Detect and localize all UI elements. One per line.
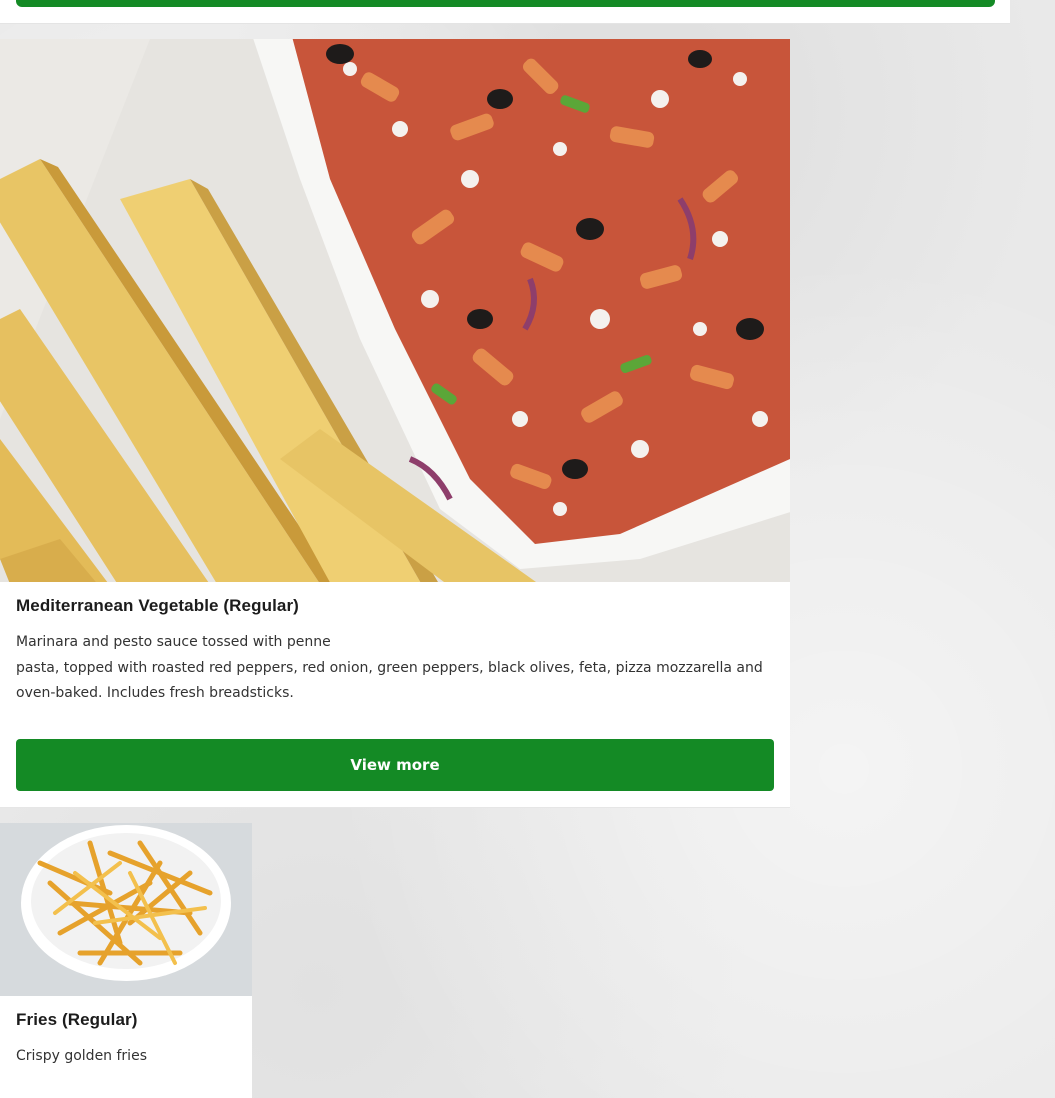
previous-item-card: [0, 0, 1010, 24]
menu-item-card: Mediterranean Vegetable (Regular) Marina…: [0, 39, 790, 808]
fries-bowl-image[interactable]: [0, 823, 252, 996]
menu-item-description: Crispy golden fries: [16, 1048, 147, 1064]
description-line-1: Marinara and pesto sauce tossed with pen…: [16, 634, 331, 650]
menu-item-title: Fries (Regular): [16, 1010, 138, 1029]
view-more-button[interactable]: View more: [16, 739, 774, 791]
menu-item-description: Marinara and pesto sauce tossed with pen…: [16, 630, 776, 707]
menu-item-card: Fries (Regular) Crispy golden fries: [0, 823, 252, 1098]
description-line-rest: pasta, topped with roasted red peppers, …: [16, 659, 763, 702]
previous-view-more-button[interactable]: [16, 0, 995, 7]
menu-item-title: Mediterranean Vegetable (Regular): [16, 596, 299, 615]
pasta-dish-image[interactable]: [0, 39, 790, 582]
